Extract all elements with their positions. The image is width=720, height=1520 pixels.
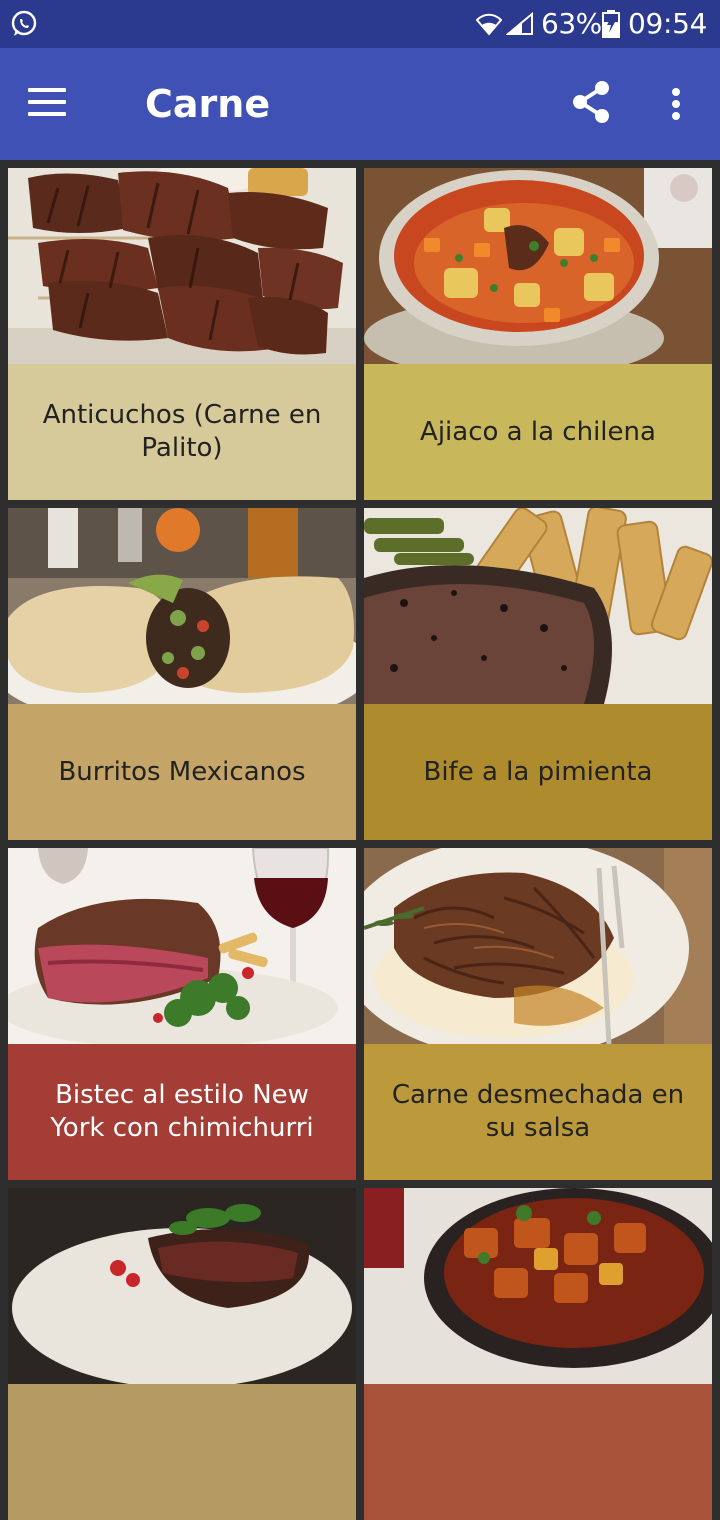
recipe-photo <box>364 1188 712 1384</box>
recipe-photo <box>8 508 356 704</box>
whatsapp-icon <box>11 10 37 36</box>
more-vert-icon <box>672 88 680 96</box>
recipe-photo <box>8 168 356 364</box>
recipe-title: Carne desmechada en su salsa <box>364 1044 712 1180</box>
status-bar: 63% 09:54 <box>0 0 720 48</box>
recipe-photo <box>8 848 356 1044</box>
recipe-photo <box>364 508 712 704</box>
battery-percentage: 63% <box>541 7 602 40</box>
recipe-photo <box>364 168 712 364</box>
share-icon[interactable] <box>566 78 618 130</box>
recipe-card[interactable] <box>364 1188 712 1520</box>
clock: 09:54 <box>628 7 708 40</box>
recipe-photo <box>8 1188 356 1384</box>
page-title: Carne <box>145 82 271 126</box>
recipe-title: Ajiaco a la chilena <box>364 364 712 500</box>
menu-button[interactable] <box>16 76 80 132</box>
battery-charging-icon <box>602 10 620 38</box>
signal-icon <box>506 12 533 35</box>
recipe-title: Bistec al estilo New York con chimichurr… <box>8 1044 356 1180</box>
recipe-card[interactable]: Bistec al estilo New York con chimichurr… <box>8 848 356 1180</box>
recipe-title: Anticuchos (Carne en Palito) <box>8 364 356 500</box>
recipe-card[interactable] <box>8 1188 356 1520</box>
recipe-card[interactable]: Bife a la pimienta <box>364 508 712 840</box>
recipe-title <box>8 1384 356 1520</box>
recipe-title: Burritos Mexicanos <box>8 704 356 840</box>
recipe-title <box>364 1384 712 1520</box>
recipe-title: Bife a la pimienta <box>364 704 712 840</box>
more-options-button[interactable] <box>656 78 696 130</box>
recipe-card[interactable]: Ajiaco a la chilena <box>364 168 712 500</box>
recipe-card[interactable]: Carne desmechada en su salsa <box>364 848 712 1180</box>
recipe-card[interactable]: Burritos Mexicanos <box>8 508 356 840</box>
app-bar: Carne <box>0 48 720 160</box>
recipe-photo <box>364 848 712 1044</box>
recipe-card[interactable]: Anticuchos (Carne en Palito) <box>8 168 356 500</box>
menu-icon <box>28 88 66 92</box>
wifi-icon <box>476 13 502 36</box>
